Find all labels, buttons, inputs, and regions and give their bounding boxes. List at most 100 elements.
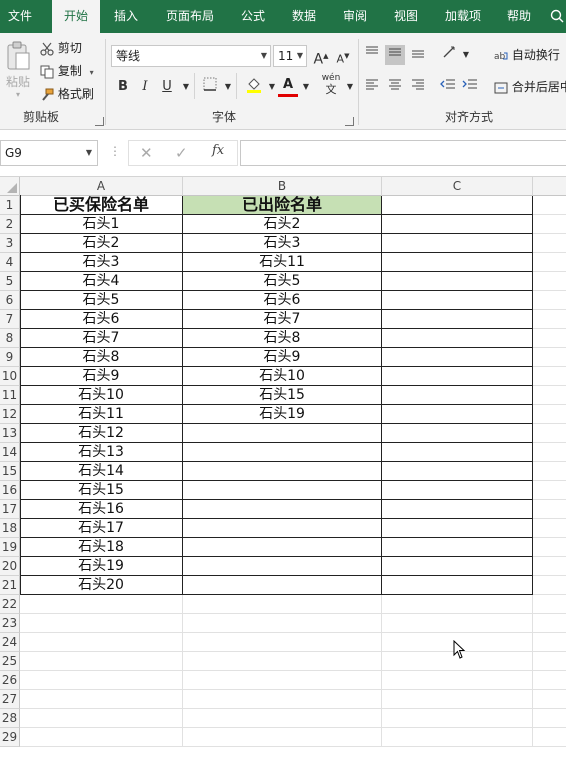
row-header[interactable]: 23: [0, 614, 20, 633]
column-header-d[interactable]: [533, 177, 566, 196]
row-header[interactable]: 29: [0, 728, 20, 747]
row-header[interactable]: 26: [0, 671, 20, 690]
menu-review[interactable]: 审阅: [334, 0, 376, 33]
select-all-corner[interactable]: [0, 177, 20, 196]
menu-addins[interactable]: 加载项: [437, 0, 489, 33]
row-header[interactable]: 27: [0, 690, 20, 709]
cell-a26[interactable]: [20, 671, 183, 690]
cell-b6[interactable]: 石头6: [183, 291, 382, 310]
cell-c12[interactable]: [382, 405, 533, 424]
row-header[interactable]: 21: [0, 576, 20, 595]
cell-c6[interactable]: [382, 291, 533, 310]
cell-d10[interactable]: [533, 367, 566, 386]
cell-d18[interactable]: [533, 519, 566, 538]
cell-d22[interactable]: [533, 595, 566, 614]
row-header[interactable]: 10: [0, 367, 20, 386]
chevron-down-icon[interactable]: ▼: [86, 141, 92, 165]
menu-view[interactable]: 视图: [385, 0, 427, 33]
cell-c10[interactable]: [382, 367, 533, 386]
cancel-icon[interactable]: ✕: [140, 144, 153, 162]
cell-c4[interactable]: [382, 253, 533, 272]
cell-b2[interactable]: 石头2: [183, 215, 382, 234]
cell-b11[interactable]: 石头15: [183, 386, 382, 405]
cell-a8[interactable]: 石头7: [20, 329, 183, 348]
cell-c14[interactable]: [382, 443, 533, 462]
cell-b18[interactable]: [183, 519, 382, 538]
cell-d26[interactable]: [533, 671, 566, 690]
cell-a7[interactable]: 石头6: [20, 310, 183, 329]
cell-b28[interactable]: [183, 709, 382, 728]
decrease-font-button[interactable]: A▼: [333, 46, 353, 66]
cell-d17[interactable]: [533, 500, 566, 519]
column-header-a[interactable]: A: [20, 177, 183, 196]
cell-b12[interactable]: 石头19: [183, 405, 382, 424]
chevron-down-icon[interactable]: ▾: [90, 68, 94, 77]
formula-input[interactable]: [240, 140, 566, 166]
cell-b23[interactable]: [183, 614, 382, 633]
align-bottom-button[interactable]: [408, 45, 428, 65]
fill-color-button[interactable]: [244, 77, 264, 97]
cell-c19[interactable]: [382, 538, 533, 557]
align-left-button[interactable]: [362, 77, 382, 97]
row-header[interactable]: 24: [0, 633, 20, 652]
cell-a12[interactable]: 石头11: [20, 405, 183, 424]
menu-page-layout[interactable]: 页面布局: [160, 0, 220, 33]
cell-b17[interactable]: [183, 500, 382, 519]
row-header[interactable]: 28: [0, 709, 20, 728]
align-top-button[interactable]: [362, 45, 382, 65]
row-header[interactable]: 22: [0, 595, 20, 614]
cell-c21[interactable]: [382, 576, 533, 595]
enter-icon[interactable]: ✓: [175, 144, 188, 162]
cell-d21[interactable]: [533, 576, 566, 595]
row-header[interactable]: 4: [0, 253, 20, 272]
cell-b4[interactable]: 石头11: [183, 253, 382, 272]
cell-b14[interactable]: [183, 443, 382, 462]
cell-a13[interactable]: 石头12: [20, 424, 183, 443]
font-size-select[interactable]: 11 ▼: [273, 45, 307, 67]
row-header[interactable]: 9: [0, 348, 20, 367]
cell-a4[interactable]: 石头3: [20, 253, 183, 272]
cell-c20[interactable]: [382, 557, 533, 576]
cell-b13[interactable]: [183, 424, 382, 443]
merge-center-button[interactable]: 合并后居中: [494, 77, 566, 97]
cell-a25[interactable]: [20, 652, 183, 671]
cell-c18[interactable]: [382, 519, 533, 538]
column-header-c[interactable]: C: [382, 177, 533, 196]
cell-b16[interactable]: [183, 481, 382, 500]
menu-file[interactable]: 文件: [0, 0, 40, 33]
cell-d25[interactable]: [533, 652, 566, 671]
cell-d5[interactable]: [533, 272, 566, 291]
row-header[interactable]: 5: [0, 272, 20, 291]
cell-a23[interactable]: [20, 614, 183, 633]
cell-d15[interactable]: [533, 462, 566, 481]
cell-d20[interactable]: [533, 557, 566, 576]
cell-a2[interactable]: 石头1: [20, 215, 183, 234]
increase-font-button[interactable]: A▲: [311, 46, 331, 68]
align-middle-button[interactable]: [385, 45, 405, 65]
row-header[interactable]: 7: [0, 310, 20, 329]
cell-d6[interactable]: [533, 291, 566, 310]
cell-c2[interactable]: [382, 215, 533, 234]
cell-a27[interactable]: [20, 690, 183, 709]
cell-d2[interactable]: [533, 215, 566, 234]
align-right-button[interactable]: [408, 77, 428, 97]
cell-c16[interactable]: [382, 481, 533, 500]
cell-c5[interactable]: [382, 272, 533, 291]
cell-a19[interactable]: 石头18: [20, 538, 183, 557]
cell-d4[interactable]: [533, 253, 566, 272]
cell-d1[interactable]: [533, 196, 566, 215]
cell-d16[interactable]: [533, 481, 566, 500]
cell-a21[interactable]: 石头20: [20, 576, 183, 595]
cell-a9[interactable]: 石头8: [20, 348, 183, 367]
cell-c28[interactable]: [382, 709, 533, 728]
cell-a20[interactable]: 石头19: [20, 557, 183, 576]
cell-c11[interactable]: [382, 386, 533, 405]
cell-d23[interactable]: [533, 614, 566, 633]
header-cell-insured-list[interactable]: 已买保险名单: [20, 196, 183, 215]
cell-b22[interactable]: [183, 595, 382, 614]
decrease-indent-button[interactable]: [438, 77, 458, 97]
chevron-down-icon[interactable]: ▼: [456, 45, 476, 65]
italic-button[interactable]: I: [135, 77, 155, 97]
cell-c17[interactable]: [382, 500, 533, 519]
cell-b20[interactable]: [183, 557, 382, 576]
